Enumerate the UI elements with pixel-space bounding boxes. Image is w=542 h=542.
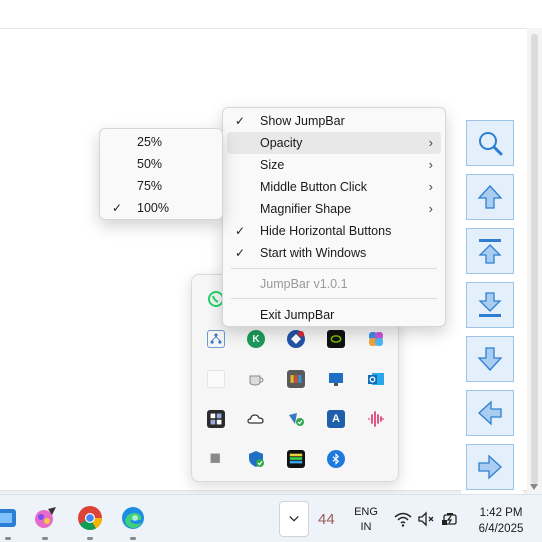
checkmark-icon: ✓ [235,114,246,128]
window-edge [0,28,527,29]
menu-item-label: Middle Button Click [260,180,367,194]
arrow-up-icon [477,185,503,209]
opacity-option-75[interactable]: 75% [104,175,218,197]
kaspersky-icon[interactable]: K [247,330,265,348]
version-label: JumpBar v1.0.1 [260,277,348,291]
volume-muted-icon[interactable] [417,510,435,528]
copilot-icon[interactable] [367,330,385,348]
security-app-icon[interactable] [287,410,305,428]
scroll-down-button[interactable] [466,336,514,382]
running-indicator [130,537,136,540]
chevron-right-icon: › [428,135,433,150]
scroll-right-button[interactable] [466,444,514,490]
chevron-down-icon [289,515,299,522]
vpn-shield-icon[interactable] [287,330,305,348]
menu-item-label: 25% [137,135,163,149]
onedrive-icon[interactable] [247,410,265,428]
menu-item-label: Show JumpBar [260,114,345,128]
region-code: IN [360,521,372,533]
nvidia-icon[interactable] [327,330,345,348]
menu-item-version: JumpBar v1.0.1 [227,273,441,295]
opacity-option-50[interactable]: 50% [104,153,218,175]
clock-date: 6/4/2025 [478,523,524,535]
menu-item-hide-horizontal-buttons[interactable]: ✓ Hide Horizontal Buttons [227,220,441,242]
jump-to-top-icon [478,239,502,264]
menu-item-show-jumpbar[interactable]: ✓ Show JumpBar [227,110,441,132]
battery-charging-icon[interactable] [441,510,459,528]
menu-item-start-with-windows[interactable]: ✓ Start with Windows [227,242,441,264]
menu-item-label: Opacity [260,136,303,150]
menu-item-magnifier-shape[interactable]: Magnifier Shape › [227,198,441,220]
clock-time: 1:42 PM [479,507,523,519]
menu-item-size[interactable]: Size › [227,154,441,176]
menu-item-label: 50% [137,157,163,171]
jump-to-bottom-icon [478,292,502,317]
menu-item-label: Magnifier Shape [260,202,352,216]
wifi-icon[interactable] [394,510,412,528]
scroll-down-arrow-icon[interactable] [530,484,538,490]
menu-item-label: 100% [137,201,169,215]
menu-item-label: 75% [137,179,163,193]
menu-item-label: Size [260,158,285,172]
jumpbar [461,112,523,496]
outlook-icon[interactable] [367,370,385,388]
arrow-down-icon [477,347,503,371]
opacity-submenu: 25% 50% 75% ✓ 100% [99,128,223,220]
scroll-left-button[interactable] [466,390,514,436]
jump-to-top-button[interactable] [466,228,514,274]
magnifier-button[interactable] [466,120,514,166]
running-indicator [87,537,93,540]
scroll-up-button[interactable] [466,174,514,220]
chrome-icon[interactable] [77,505,103,531]
jump-to-bottom-button[interactable] [466,282,514,328]
keyboard-app-icon[interactable] [287,450,305,468]
folder-app-icon[interactable] [287,370,305,388]
running-indicator [42,537,48,540]
audio-wave-icon[interactable] [367,410,385,428]
arrow-left-icon [478,400,502,426]
running-indicator [5,537,11,540]
paint-app-icon[interactable] [32,505,58,531]
network-share-icon[interactable] [207,330,225,348]
checkmark-icon: ✓ [112,201,123,215]
checkmark-icon: ✓ [235,224,246,238]
menu-separator [231,268,437,269]
coffee-cup-icon[interactable] [247,370,265,388]
taskbar: 44 ENG IN 1:42 PM 6/4/2025 [0,494,542,542]
edge-icon[interactable] [120,505,146,531]
chevron-right-icon: › [428,157,433,172]
magnifier-icon [479,132,503,156]
system-clock[interactable]: 1:42 PM 6/4/2025 [470,505,532,537]
menu-item-opacity[interactable]: Opacity › [227,132,441,154]
blank-app-icon[interactable] [207,370,225,388]
opacity-option-100[interactable]: ✓ 100% [104,197,218,219]
menu-item-exit-jumpbar[interactable]: Exit JumpBar [227,304,441,326]
chevron-right-icon: › [428,179,433,194]
tray-counter[interactable]: 44 [318,511,335,528]
menu-item-label: Start with Windows [260,246,367,260]
show-hidden-icons-button[interactable] [279,501,309,537]
language-code: ENG [354,506,378,518]
arrow-right-icon [478,454,502,480]
files-app-icon[interactable] [0,505,20,531]
menu-item-middle-button-click[interactable]: Middle Button Click › [227,176,441,198]
chevron-right-icon: › [428,201,433,216]
menu-item-label: Hide Horizontal Buttons [260,224,392,238]
opacity-option-25[interactable]: 25% [104,131,218,153]
scrollbar-thumb[interactable] [531,34,538,484]
grey-square-icon[interactable] [207,450,225,468]
vertical-scrollbar[interactable] [527,28,542,494]
widgets-app-icon[interactable] [207,410,225,428]
jumpbar-context-menu: ✓ Show JumpBar Opacity › Size › Middle B… [222,107,446,327]
checkmark-icon: ✓ [235,246,246,260]
input-language-indicator[interactable]: ENG IN [352,505,380,535]
menu-item-label: Exit JumpBar [260,308,335,322]
defender-shield-icon[interactable] [247,450,265,468]
font-app-icon[interactable]: A [327,410,345,428]
monitor-app-icon[interactable] [327,370,345,388]
bluetooth-icon[interactable] [327,450,345,468]
menu-separator [231,298,437,299]
